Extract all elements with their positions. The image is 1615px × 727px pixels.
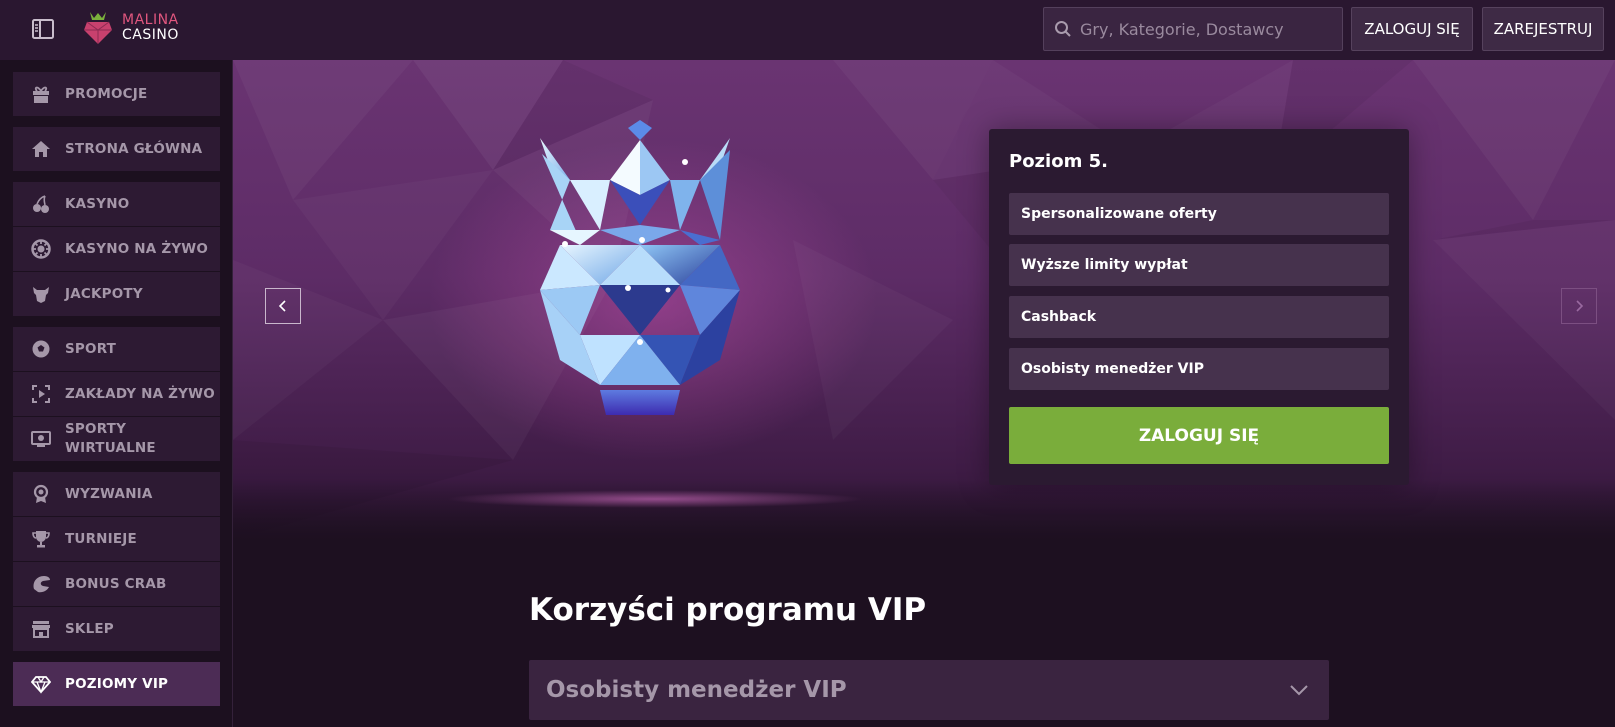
search-input[interactable] — [1080, 19, 1330, 39]
sidebar-item-label: JACKPOTY — [65, 285, 143, 302]
card-login-button[interactable]: ZALOGUJ SIĘ — [1009, 407, 1389, 464]
gift-icon — [31, 84, 51, 104]
hero-bottom-fade — [233, 480, 1615, 540]
sidebar-item-tournaments[interactable]: TURNIEJE — [13, 517, 220, 561]
diamond-crown-illustration — [540, 120, 740, 415]
logo-text-casino: CASINO — [122, 27, 179, 43]
sidebar-item-sport[interactable]: SPORT — [13, 327, 220, 371]
chevron-left-icon — [278, 300, 286, 312]
accordion-personal-manager[interactable]: Osobisty menedżer VIP — [529, 660, 1329, 720]
benefit-item: Osobisty menedżer VIP — [1009, 348, 1389, 390]
benefit-item: Cashback — [1009, 296, 1389, 338]
sidebar-item-label: WYZWANIA — [65, 485, 153, 502]
sidebar-item-promotions[interactable]: PROMOCJE — [13, 72, 220, 116]
accordion-label: Osobisty menedżer VIP — [546, 677, 847, 703]
level-title: Poziom 5. — [1009, 151, 1108, 172]
benefit-item: Wyższe limity wypłat — [1009, 244, 1389, 286]
trophy-icon — [31, 529, 51, 549]
benefit-item: Spersonalizowane oferty — [1009, 193, 1389, 235]
sidebar-toggle-icon[interactable] — [30, 16, 56, 42]
sidebar-item-label: POZIOMY VIP — [65, 675, 169, 692]
sidebar-item-label: BONUS CRAB — [65, 575, 167, 592]
malina-casino-logo[interactable]: MALINA CASINO — [82, 8, 179, 48]
sidebar-item-live-bets[interactable]: ZAKŁADY NA ŻYWO — [13, 372, 220, 416]
register-button[interactable]: ZAREJESTRUJ — [1482, 7, 1604, 51]
chevron-down-icon — [1290, 685, 1308, 696]
sidebar-item-live-casino[interactable]: KASYNO NA ŻYWO — [13, 227, 220, 271]
sidebar-item-label: PROMOCJE — [65, 85, 148, 102]
sidebar-item-label: KASYNO NA ŻYWO — [65, 240, 209, 257]
soccer-ball-icon — [31, 339, 51, 359]
logo-text-malina: MALINA — [122, 12, 179, 28]
chip-icon — [31, 239, 51, 259]
sidebar-item-label: KASYNO — [65, 195, 130, 212]
home-icon — [31, 139, 51, 159]
sidebar-item-bonus-crab[interactable]: BONUS CRAB — [13, 562, 220, 606]
sidebar-item-label: STRONA GŁÓWNA — [65, 140, 203, 157]
sidebar-item-label: ZAKŁADY NA ŻYWO — [65, 385, 215, 402]
sidebar-item-label: TURNIEJE — [65, 530, 137, 547]
vip-level-card: Poziom 5. Spersonalizowane oferty Wyższe… — [989, 129, 1409, 485]
sidebar: PROMOCJE STRONA GŁÓWNA KASYNO KASYNO NA … — [0, 60, 233, 727]
diamond-icon — [31, 674, 51, 694]
chevron-right-icon — [1576, 300, 1584, 312]
raspberry-logo-icon — [84, 12, 112, 44]
sidebar-item-vip-levels[interactable]: POZIOMY VIP — [13, 662, 220, 706]
search-box[interactable] — [1043, 7, 1343, 51]
sidebar-item-label: SPORTY WIRTUALNE — [65, 421, 156, 456]
top-bar: MALINA CASINO ZALOGUJ SIĘ ZAREJESTRUJ — [0, 0, 1615, 60]
search-icon — [1055, 21, 1071, 37]
sidebar-item-label: SKLEP — [65, 620, 114, 637]
sidebar-item-jackpots[interactable]: JACKPOTY — [13, 272, 220, 316]
sidebar-item-casino[interactable]: KASYNO — [13, 182, 220, 226]
virtual-screen-icon — [31, 429, 51, 449]
carousel-prev-button[interactable] — [265, 288, 301, 324]
bull-icon — [31, 284, 51, 304]
claw-icon — [31, 574, 51, 594]
sidebar-item-challenges[interactable]: WYZWANIA — [13, 472, 220, 516]
live-play-icon — [31, 384, 51, 404]
sidebar-item-virtual-sports[interactable]: SPORTY WIRTUALNE — [13, 417, 220, 461]
crown-glow-shadow — [445, 490, 865, 508]
vip-benefits-heading: Korzyści programu VIP — [529, 592, 927, 628]
sidebar-item-label: SPORT — [65, 340, 117, 357]
carousel-next-button[interactable] — [1561, 288, 1597, 324]
cherries-icon — [31, 194, 51, 214]
award-icon — [31, 484, 51, 504]
login-button[interactable]: ZALOGUJ SIĘ — [1351, 7, 1473, 51]
shop-icon — [31, 619, 51, 639]
sidebar-item-home[interactable]: STRONA GŁÓWNA — [13, 127, 220, 171]
sidebar-item-shop[interactable]: SKLEP — [13, 607, 220, 651]
